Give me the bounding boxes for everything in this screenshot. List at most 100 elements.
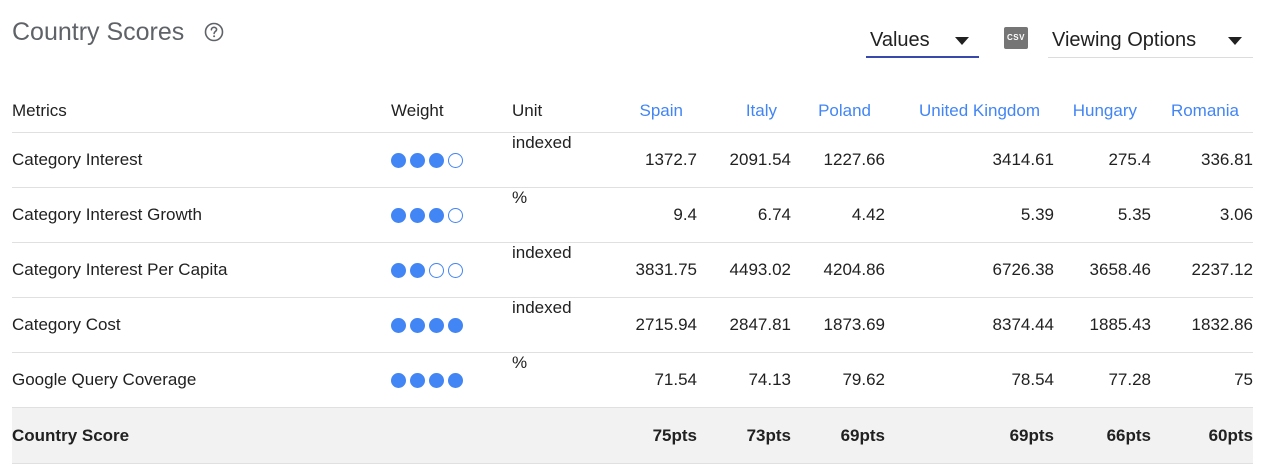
value-cell: 71.54: [602, 352, 697, 408]
empty-cell: [391, 407, 512, 464]
metric-name: Category Interest Growth: [12, 187, 391, 243]
caret-down-icon: [955, 37, 969, 45]
weight-dot-icon: [448, 263, 463, 279]
value-cell: 5.35: [1054, 187, 1151, 243]
csv-icon-label: CSV: [1007, 33, 1025, 42]
unit-cell: indexed: [512, 242, 602, 298]
country-column-header[interactable]: Italy: [697, 90, 791, 133]
value-cell: 2091.54: [697, 132, 791, 188]
table-row: Category Cost indexed 2715.94 2847.81 18…: [12, 297, 1253, 353]
weight-dot-icon: [429, 373, 444, 389]
metrics-column-header: Metrics: [12, 90, 391, 133]
help-icon[interactable]: [204, 22, 224, 42]
weight-dot-icon: [448, 153, 463, 169]
weight-dots: [391, 208, 463, 224]
weight-dot-icon: [391, 263, 406, 279]
value-cell: 4493.02: [697, 242, 791, 298]
country-column-header[interactable]: Romania: [1151, 90, 1253, 133]
score-cell: 60pts: [1151, 407, 1253, 464]
weight-dots: [391, 153, 463, 169]
weight-dot-icon: [448, 208, 463, 224]
metric-name: Category Interest: [12, 132, 391, 188]
score-cell: 69pts: [791, 407, 885, 464]
metric-name: Google Query Coverage: [12, 352, 391, 408]
weight-column-header: Weight: [391, 90, 512, 133]
score-cell: 73pts: [697, 407, 791, 464]
weight-dot-icon: [410, 263, 425, 279]
empty-cell: [512, 407, 602, 464]
value-cell: 2715.94: [602, 297, 697, 353]
value-cell: 1372.7: [602, 132, 697, 188]
value-cell: 77.28: [1054, 352, 1151, 408]
score-cell: 75pts: [602, 407, 697, 464]
unit-cell: indexed: [512, 132, 602, 188]
value-cell: 1227.66: [791, 132, 885, 188]
score-cell: 66pts: [1054, 407, 1151, 464]
caret-down-icon: [1228, 37, 1242, 45]
weight-dots: [391, 373, 463, 389]
value-cell: 5.39: [885, 187, 1054, 243]
weight-dot-icon: [410, 318, 425, 334]
weight-dot-icon: [391, 373, 406, 389]
country-column-header[interactable]: United Kingdom: [885, 90, 1054, 133]
value-cell: 4204.86: [791, 242, 885, 298]
weight-dot-icon: [410, 208, 425, 224]
value-cell: 75: [1151, 352, 1253, 408]
weight-dot-icon: [429, 153, 444, 169]
weight-dot-icon: [410, 153, 425, 169]
value-cell: 1885.43: [1054, 297, 1151, 353]
value-cell: 2847.81: [697, 297, 791, 353]
table-row: Category Interest Growth % 9.4 6.74 4.42…: [12, 187, 1253, 243]
weight-dot-icon: [391, 153, 406, 169]
weight-indicator: [391, 297, 512, 353]
weight-dot-icon: [429, 318, 444, 334]
country-scores-table: Metrics Weight Unit Spain Italy Poland U…: [12, 90, 1253, 464]
country-score-row: Country Score 75pts 73pts 69pts 69pts 66…: [12, 407, 1253, 464]
value-cell: 2237.12: [1151, 242, 1253, 298]
unit-column-header: Unit: [512, 90, 602, 133]
value-cell: 6726.38: [885, 242, 1054, 298]
value-cell: 3658.46: [1054, 242, 1151, 298]
value-cell: 8374.44: [885, 297, 1054, 353]
viewing-options-dropdown[interactable]: Viewing Options: [1048, 24, 1253, 58]
metric-name: Category Interest Per Capita: [12, 242, 391, 298]
value-cell: 79.62: [791, 352, 885, 408]
weight-indicator: [391, 132, 512, 188]
weight-indicator: [391, 352, 512, 408]
metric-name: Category Cost: [12, 297, 391, 353]
country-score-label: Country Score: [12, 407, 391, 464]
unit-cell: %: [512, 352, 602, 408]
weight-indicator: [391, 242, 512, 298]
weight-dot-icon: [429, 263, 444, 279]
csv-download-icon[interactable]: CSV: [1004, 27, 1028, 49]
table-row: Google Query Coverage % 71.54 74.13 79.6…: [12, 352, 1253, 408]
viewing-options-label: Viewing Options: [1052, 29, 1197, 51]
values-dropdown[interactable]: Values: [866, 24, 979, 58]
unit-cell: indexed: [512, 297, 602, 353]
weight-dot-icon: [391, 318, 406, 334]
weight-dot-icon: [429, 208, 444, 224]
table-row: Category Interest Per Capita indexed 383…: [12, 242, 1253, 298]
weight-dot-icon: [410, 373, 425, 389]
value-cell: 336.81: [1151, 132, 1253, 188]
country-column-header[interactable]: Hungary: [1054, 90, 1151, 133]
weight-dot-icon: [391, 208, 406, 224]
value-cell: 1873.69: [791, 297, 885, 353]
page-title: Country Scores: [12, 18, 185, 46]
country-column-header[interactable]: Spain: [602, 90, 697, 133]
weight-dot-icon: [448, 373, 463, 389]
table-row: Category Interest indexed 1372.7 2091.54…: [12, 132, 1253, 188]
value-cell: 3414.61: [885, 132, 1054, 188]
value-cell: 1832.86: [1151, 297, 1253, 353]
value-cell: 4.42: [791, 187, 885, 243]
value-cell: 9.4: [602, 187, 697, 243]
unit-cell: %: [512, 187, 602, 243]
value-cell: 3831.75: [602, 242, 697, 298]
value-cell: 3.06: [1151, 187, 1253, 243]
score-cell: 69pts: [885, 407, 1054, 464]
value-cell: 6.74: [697, 187, 791, 243]
value-cell: 74.13: [697, 352, 791, 408]
weight-dots: [391, 318, 463, 334]
country-column-header[interactable]: Poland: [791, 90, 885, 133]
values-dropdown-label: Values: [870, 29, 930, 51]
